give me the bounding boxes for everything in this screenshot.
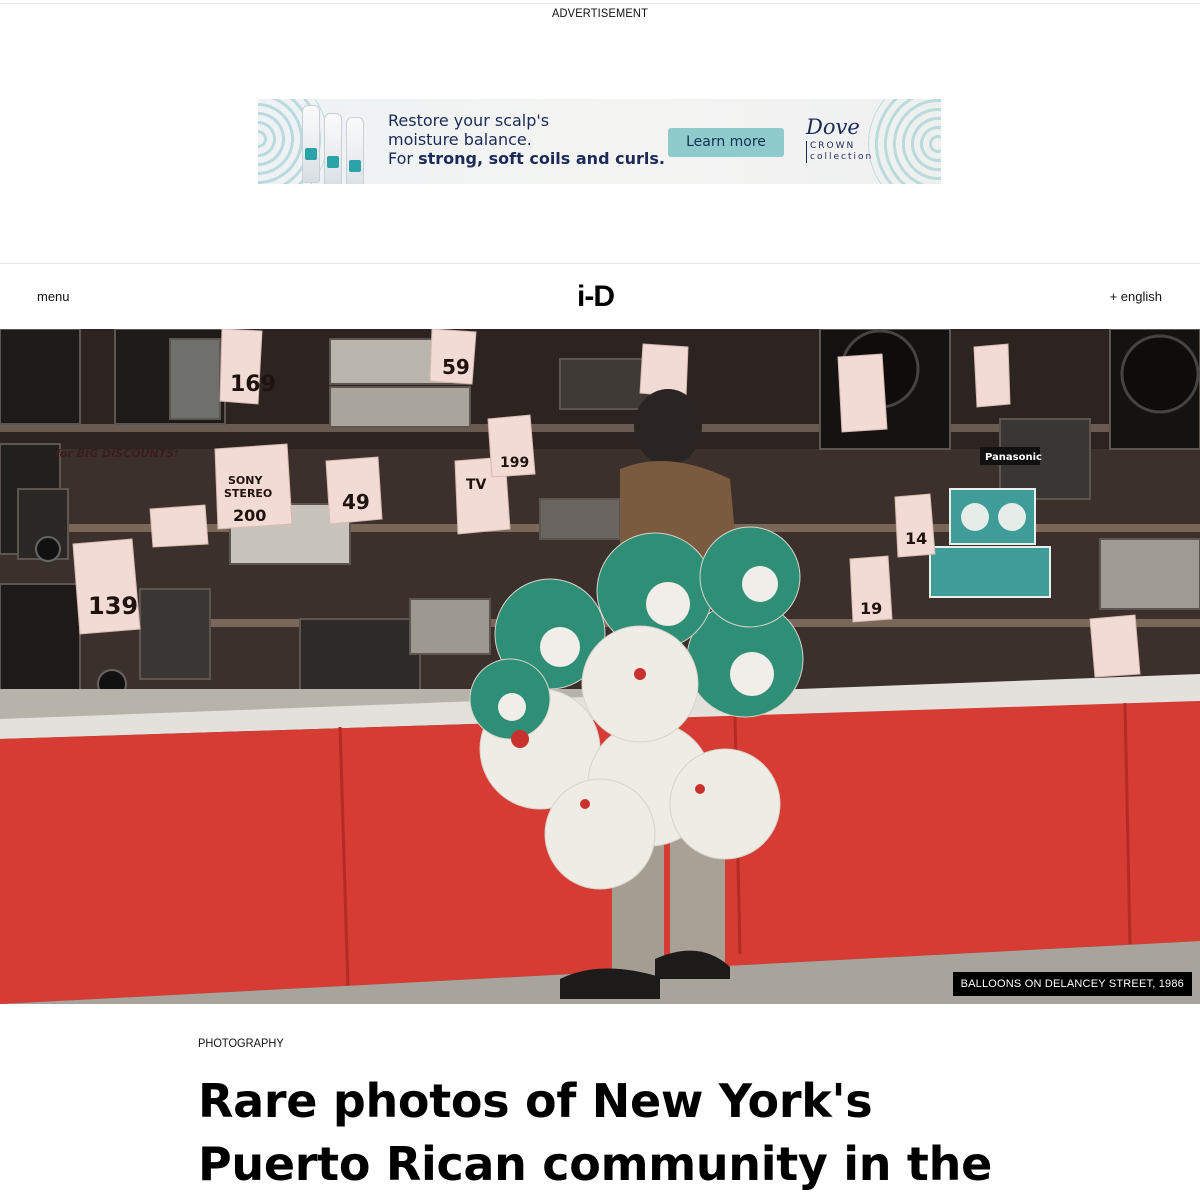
advertisement-label: ADVERTISEMENT xyxy=(551,6,649,20)
svg-text:49: 49 xyxy=(342,490,370,514)
ad-product-bottle xyxy=(324,113,342,184)
article-headline: Rare photos of New York's Puerto Rican c… xyxy=(198,1070,1018,1196)
ad-copy: Restore your scalp's moisture balance. F… xyxy=(388,111,678,168)
site-logo[interactable]: i-D xyxy=(577,280,615,314)
svg-text:TV: TV xyxy=(466,477,487,493)
ad-learn-more-button[interactable]: Learn more xyxy=(668,128,784,157)
svg-text:Panasonic: Panasonic xyxy=(985,452,1042,463)
top-divider xyxy=(0,3,1200,4)
article-category[interactable]: PHOTOGRAPHY xyxy=(198,1036,284,1050)
ad-brand-sub: CROWN collection xyxy=(806,141,896,163)
photo-caption: BALLOONS ON DELANCEY STREET, 1986 xyxy=(952,972,1192,996)
ad-brand-name: Dove xyxy=(806,115,860,139)
svg-text:200: 200 xyxy=(233,506,266,525)
svg-text:for BIG DISCOUNTS!: for BIG DISCOUNTS! xyxy=(55,447,179,460)
headline-line: Rare photos of New York's xyxy=(198,1074,873,1128)
svg-text:139: 139 xyxy=(88,592,138,620)
ad-brand-logo: Dove CROWN collection xyxy=(806,115,896,163)
svg-text:STEREO: STEREO xyxy=(224,487,272,500)
svg-text:169: 169 xyxy=(230,372,276,397)
ad-product-bottle xyxy=(346,117,364,184)
ad-copy-line3: For strong, soft coils and curls. xyxy=(388,149,665,168)
ad-copy-line1: Restore your scalp's xyxy=(388,111,550,130)
svg-text:59: 59 xyxy=(442,355,470,379)
ad-copy-emphasis: strong, soft coils and curls. xyxy=(418,149,665,168)
svg-text:14: 14 xyxy=(905,529,927,548)
menu-button[interactable]: menu xyxy=(37,289,70,304)
site-header: menu i-D + english xyxy=(0,263,1200,329)
svg-text:199: 199 xyxy=(500,455,529,471)
hero-photo: 169 59 SONY STEREO 200 49 TV 199 139 14 … xyxy=(0,329,1200,1004)
svg-text:19: 19 xyxy=(860,599,882,618)
svg-text:SONY: SONY xyxy=(228,474,263,487)
headline-line: Puerto Rican community in the xyxy=(198,1137,992,1191)
ad-banner[interactable]: Restore your scalp's moisture balance. F… xyxy=(258,99,941,184)
language-selector[interactable]: + english xyxy=(1110,289,1162,304)
hero-photo-illustration: 169 59 SONY STEREO 200 49 TV 199 139 14 … xyxy=(0,329,1200,1004)
ad-product-bottle xyxy=(302,105,320,183)
ad-copy-line2: moisture balance. xyxy=(388,130,532,149)
